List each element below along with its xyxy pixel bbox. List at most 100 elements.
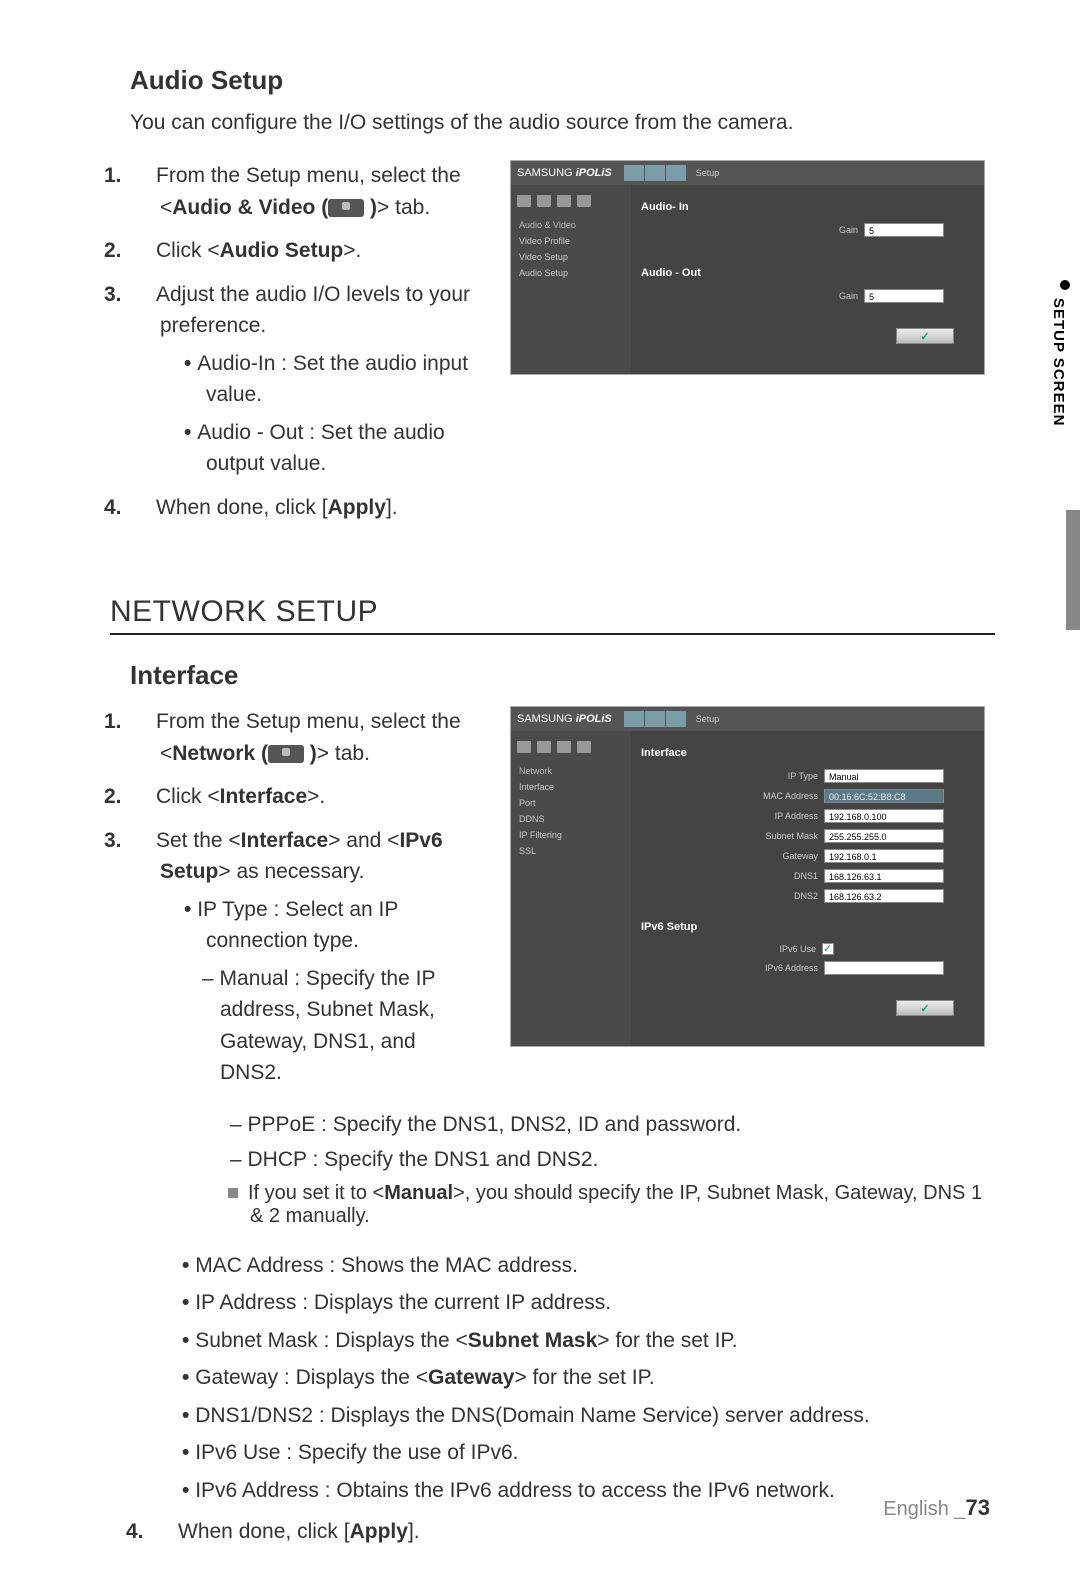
bullet-mac: MAC Address : Shows the MAC address. bbox=[182, 1250, 995, 1282]
sm-icon[interactable] bbox=[517, 195, 531, 207]
dns1-input[interactable]: 168.126.63.1 bbox=[824, 869, 944, 883]
bullet-gateway: Gateway : Displays the <Gateway> for the… bbox=[182, 1362, 995, 1394]
sub-manual: Manual : Specify the IP address, Subnet … bbox=[200, 963, 480, 1089]
text: Audio & Video ( bbox=[172, 196, 328, 219]
text: ) bbox=[304, 742, 317, 765]
sm-item[interactable]: Interface bbox=[515, 779, 627, 795]
top-tab-2[interactable] bbox=[645, 711, 665, 727]
sm-icon[interactable] bbox=[577, 195, 591, 207]
sm-item[interactable]: Video Setup bbox=[515, 249, 627, 265]
top-tab-2[interactable] bbox=[645, 165, 665, 181]
ipv6-use-checkbox[interactable] bbox=[822, 943, 834, 955]
text: >. bbox=[343, 239, 361, 262]
text: ]. bbox=[386, 496, 398, 519]
footer-page: 73 bbox=[966, 1495, 990, 1520]
text: ]. bbox=[408, 1520, 420, 1543]
sm-icon[interactable] bbox=[577, 741, 591, 753]
top-tab-1[interactable] bbox=[624, 165, 644, 181]
footer-lang: English _ bbox=[883, 1498, 965, 1520]
ip-input[interactable]: 192.168.0.100 bbox=[824, 809, 944, 823]
top-tab-1[interactable] bbox=[624, 711, 644, 727]
check-icon: ✓ bbox=[920, 1002, 929, 1015]
bullet-subnet: Subnet Mask : Displays the <Subnet Mask>… bbox=[182, 1325, 995, 1357]
bullet-ipv6-use: IPv6 Use : Specify the use of IPv6. bbox=[182, 1437, 995, 1469]
apply-button[interactable]: ✓ bbox=[896, 328, 954, 344]
audio-setup-screenshot: SAMSUNG iPOLiS Setup Audio & Video Video… bbox=[510, 160, 985, 375]
logo-samsung: SAMSUNG bbox=[517, 167, 573, 179]
gateway-input[interactable]: 192.168.0.1 bbox=[824, 849, 944, 863]
subnet-input[interactable]: 255.255.255.0 bbox=[824, 829, 944, 843]
lbl: Gateway bbox=[748, 851, 818, 861]
text: Interface bbox=[220, 785, 308, 808]
note-manual: If you set it to <Manual>, you should sp… bbox=[228, 1182, 995, 1228]
logo-ipolis: iPOLiS bbox=[576, 713, 612, 725]
dns2-input[interactable]: 168.126.63.2 bbox=[824, 889, 944, 903]
lbl: MAC Address bbox=[748, 791, 818, 801]
lbl: IP Address bbox=[748, 811, 818, 821]
top-tab-3[interactable] bbox=[666, 165, 686, 181]
side-menu: Audio & Video Video Profile Video Setup … bbox=[511, 185, 631, 374]
sm-item[interactable]: Port bbox=[515, 795, 627, 811]
sm-icon[interactable] bbox=[537, 741, 551, 753]
sm-item[interactable]: Audio Setup bbox=[515, 265, 627, 281]
page-footer: English _73 bbox=[883, 1495, 990, 1521]
net-step-3: 3.Set the <Interface> and <IPv6 Setup> a… bbox=[110, 825, 480, 1089]
iptype-select[interactable]: Manual bbox=[824, 769, 944, 783]
text: Click < bbox=[156, 239, 220, 262]
text: ) bbox=[364, 196, 377, 219]
text: Audio Setup bbox=[220, 239, 344, 262]
audio-step-4: 4.When done, click [Apply]. bbox=[110, 492, 480, 524]
audio-step-1: 1.From the Setup menu, select the <Audio… bbox=[110, 160, 480, 223]
top-tab-3[interactable] bbox=[666, 711, 686, 727]
shot-header: SAMSUNG iPOLiS Setup bbox=[511, 707, 984, 731]
gain-input[interactable]: 5 bbox=[864, 223, 944, 237]
sm-heading: Audio & Video bbox=[515, 217, 627, 233]
network-tab-icon bbox=[268, 745, 304, 763]
sm-item[interactable]: Video Profile bbox=[515, 233, 627, 249]
text: Subnet Mask : Displays the < bbox=[195, 1329, 468, 1352]
net-step-1: 1.From the Setup menu, select the <Netwo… bbox=[110, 706, 480, 769]
lbl: Subnet Mask bbox=[748, 831, 818, 841]
audio-step-2: 2.Click <Audio Setup>. bbox=[110, 235, 480, 267]
sm-item[interactable]: IP Filtering bbox=[515, 827, 627, 843]
bullet-ip: IP Address : Displays the current IP add… bbox=[182, 1287, 995, 1319]
lbl: DNS1 bbox=[748, 871, 818, 881]
gain-input[interactable]: 5 bbox=[864, 289, 944, 303]
text: Subnet Mask bbox=[468, 1329, 598, 1352]
text: Gateway : Displays the < bbox=[195, 1366, 428, 1389]
network-setup-heading: NETWORK SETUP bbox=[110, 595, 995, 635]
sm-icon[interactable] bbox=[517, 741, 531, 753]
sm-icon[interactable] bbox=[557, 195, 571, 207]
lbl: IP Type bbox=[748, 771, 818, 781]
sm-icon[interactable] bbox=[537, 195, 551, 207]
text: If you set it to < bbox=[248, 1182, 384, 1204]
lbl: IPv6 Address bbox=[748, 963, 818, 973]
setup-label: Setup bbox=[696, 714, 720, 724]
net-step-4: 4.When done, click [Apply]. bbox=[132, 1516, 995, 1548]
text: Apply bbox=[350, 1520, 408, 1543]
text: Apply bbox=[328, 496, 386, 519]
audio-step-3: 3.Adjust the audio I/O levels to your pr… bbox=[110, 279, 480, 480]
apply-button[interactable]: ✓ bbox=[896, 1000, 954, 1016]
side-tab-label: SETUP SCREEN bbox=[1050, 298, 1067, 426]
text: > tab. bbox=[377, 196, 430, 219]
sm-icon[interactable] bbox=[557, 741, 571, 753]
check-icon: ✓ bbox=[920, 330, 929, 343]
text: Set the < bbox=[156, 829, 241, 852]
mac-input[interactable]: 00:16:6C:52:B8:C8 bbox=[824, 789, 944, 803]
gain-label: Gain bbox=[788, 291, 858, 301]
interface-screenshot: SAMSUNG iPOLiS Setup Network Interface P… bbox=[510, 706, 985, 1047]
text: When done, click [ bbox=[178, 1520, 350, 1543]
text: Manual bbox=[384, 1182, 453, 1204]
text: Interface bbox=[241, 829, 329, 852]
bullet-dns: DNS1/DNS2 : Displays the DNS(Domain Name… bbox=[182, 1400, 995, 1432]
lbl: IPv6 Use bbox=[746, 944, 816, 954]
shot-header: SAMSUNG iPOLiS Setup bbox=[511, 161, 984, 185]
text: > for the set IP. bbox=[514, 1366, 654, 1389]
audio-setup-heading: Audio Setup bbox=[130, 65, 995, 96]
audio-bullet-out: Audio - Out : Set the audio output value… bbox=[184, 417, 480, 480]
text: > as necessary. bbox=[218, 860, 364, 883]
ipv6-addr-input[interactable] bbox=[824, 961, 944, 975]
sm-item[interactable]: SSL bbox=[515, 843, 627, 859]
sm-item[interactable]: DDNS bbox=[515, 811, 627, 827]
